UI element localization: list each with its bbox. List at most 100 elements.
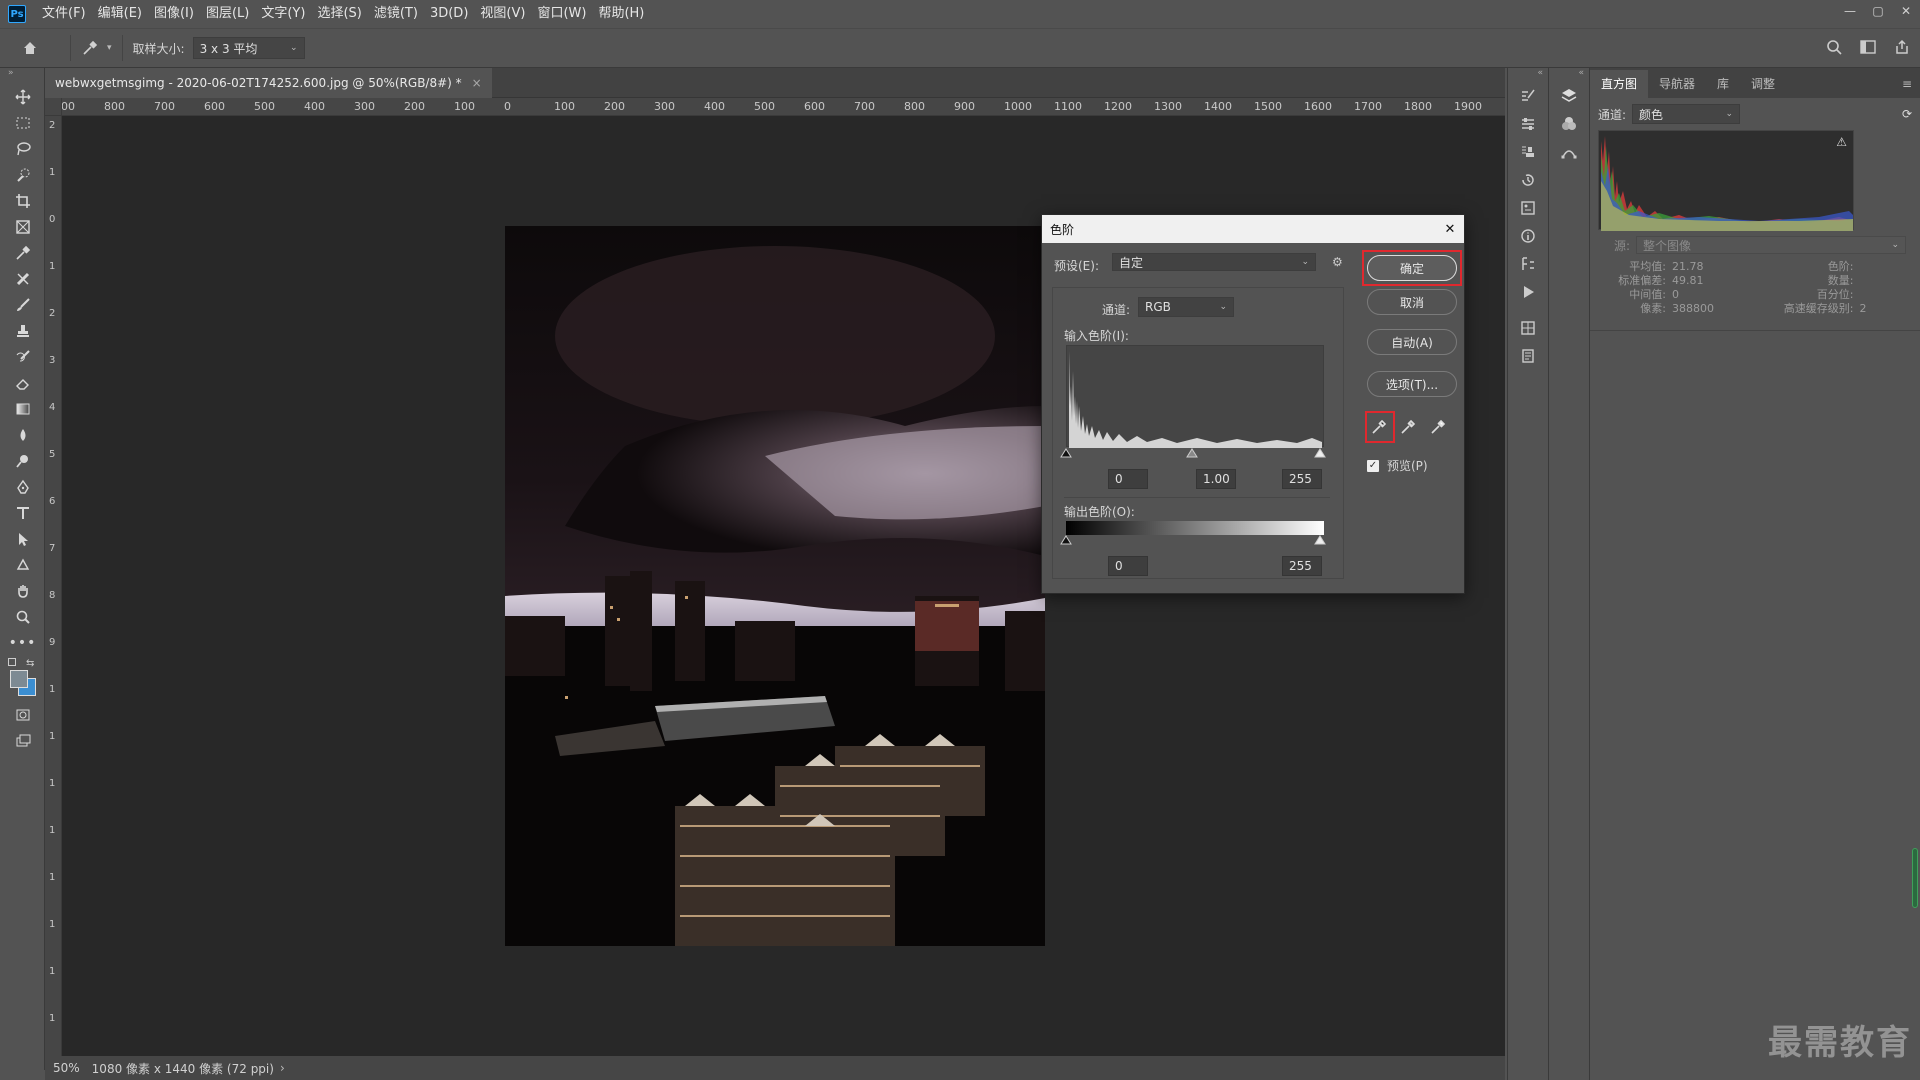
ruler-tick-label: 900	[62, 100, 75, 113]
sample-size-select[interactable]: 3 x 3 平均 ⌄	[192, 37, 305, 59]
history-icon[interactable]	[1508, 166, 1548, 194]
preset-gear-icon[interactable]: ⚙	[1332, 255, 1343, 269]
default-colors-icon[interactable]	[8, 658, 16, 666]
stamp-tool-icon[interactable]	[0, 318, 45, 344]
collapse-icon[interactable]: »	[0, 68, 44, 84]
home-icon[interactable]	[0, 40, 60, 56]
status-arrow-icon[interactable]: ›	[280, 1061, 285, 1075]
panel-menu-icon[interactable]: ≡	[1894, 70, 1920, 98]
warning-icon[interactable]: ⚠	[1836, 135, 1847, 149]
menu-edit[interactable]: 编辑(E)	[92, 0, 148, 28]
document-tab[interactable]: webwxgetmsgimg - 2020-06-02T174252.600.j…	[45, 68, 492, 98]
screen-mode-icon[interactable]	[0, 728, 45, 754]
tab-histogram[interactable]: 直方图	[1590, 70, 1649, 98]
adjustments-sliders-icon[interactable]	[1508, 110, 1548, 138]
actions-play-icon[interactable]	[1508, 278, 1548, 306]
maximize-icon[interactable]: ▢	[1864, 0, 1892, 22]
tab-close-icon[interactable]: ×	[472, 76, 482, 90]
blur-tool-icon[interactable]	[0, 422, 45, 448]
quick-select-tool-icon[interactable]	[0, 162, 45, 188]
menu-layer[interactable]: 图层(L)	[200, 0, 255, 28]
path-select-tool-icon[interactable]	[0, 526, 45, 552]
auto-button[interactable]: 自动(A)	[1367, 329, 1457, 355]
healing-brush-tool-icon[interactable]	[0, 266, 45, 292]
brush-tool-icon[interactable]	[0, 292, 45, 318]
collapse-icon[interactable]: «	[1549, 68, 1588, 82]
source-select[interactable]: 整个图像 ⌄	[1636, 236, 1906, 254]
menu-3d[interactable]: 3D(D)	[424, 0, 474, 28]
quick-mask-icon[interactable]	[0, 702, 45, 728]
document-image[interactable]	[505, 226, 1045, 946]
workspace-icon[interactable]	[1860, 39, 1876, 58]
output-black-field[interactable]: 0	[1108, 556, 1148, 576]
history-brush-tool-icon[interactable]	[0, 344, 45, 370]
dodge-tool-icon[interactable]	[0, 448, 45, 474]
input-sliders[interactable]	[1060, 448, 1332, 460]
move-tool-icon[interactable]	[0, 84, 45, 110]
tab-libraries[interactable]: 库	[1706, 70, 1740, 98]
brush-settings-icon[interactable]	[1508, 82, 1548, 110]
channels-circles-icon[interactable]	[1549, 110, 1589, 138]
menu-file[interactable]: 文件(F)	[36, 0, 92, 28]
channels-icon[interactable]	[1508, 314, 1548, 342]
gradient-tool-icon[interactable]	[0, 396, 45, 422]
menu-select[interactable]: 选择(S)	[311, 0, 367, 28]
gray-point-eyedropper-icon[interactable]	[1396, 415, 1420, 439]
foreground-color-swatch[interactable]	[10, 670, 28, 688]
menu-help[interactable]: 帮助(H)	[592, 0, 650, 28]
zoom-level[interactable]: 50%	[53, 1061, 80, 1075]
ruler-tick-label: 1	[49, 825, 56, 836]
options-button[interactable]: 选项(T)...	[1367, 371, 1457, 397]
close-icon[interactable]: ✕	[1436, 222, 1464, 237]
more-tools-icon[interactable]: •••	[0, 630, 45, 656]
checkbox-checked-icon[interactable]: ✓	[1367, 459, 1379, 472]
collapse-icon[interactable]: «	[1508, 68, 1547, 82]
lasso-tool-icon[interactable]	[0, 136, 45, 162]
refresh-icon[interactable]: ⟳	[1902, 107, 1912, 121]
pen-tool-icon[interactable]	[0, 474, 45, 500]
histogram-channel-select[interactable]: 颜色 ⌄	[1632, 104, 1741, 124]
type-tool-icon[interactable]	[0, 500, 45, 526]
preview-checkbox[interactable]: ✓ 预览(P)	[1367, 457, 1428, 474]
color-swatches[interactable]: ⇆	[0, 656, 44, 702]
zoom-tool-icon[interactable]	[0, 604, 45, 630]
clone-source-icon[interactable]	[1508, 138, 1548, 166]
minimize-icon[interactable]: —	[1836, 0, 1864, 22]
menu-filter[interactable]: 滤镜(T)	[368, 0, 424, 28]
properties-icon[interactable]	[1508, 194, 1548, 222]
info-icon[interactable]	[1508, 222, 1548, 250]
menu-view[interactable]: 视图(V)	[474, 0, 531, 28]
layers-icon[interactable]	[1549, 82, 1589, 110]
menu-window[interactable]: 窗口(W)	[531, 0, 592, 28]
eyedropper-tool-icon[interactable]	[0, 240, 45, 266]
input-gamma-field[interactable]: 1.00	[1196, 469, 1236, 489]
input-black-field[interactable]: 0	[1108, 469, 1148, 489]
menu-image[interactable]: 图像(I)	[148, 0, 200, 28]
crop-tool-icon[interactable]	[0, 188, 45, 214]
cancel-button[interactable]: 取消	[1367, 289, 1457, 315]
marquee-tool-icon[interactable]	[0, 110, 45, 136]
menu-type[interactable]: 文字(Y)	[255, 0, 311, 28]
white-point-eyedropper-icon[interactable]	[1426, 415, 1450, 439]
close-icon[interactable]: ✕	[1892, 0, 1920, 22]
eyedropper-preset-icon[interactable]: ▾	[81, 39, 112, 57]
frame-tool-icon[interactable]	[0, 214, 45, 240]
tab-navigator[interactable]: 导航器	[1648, 70, 1706, 98]
panel-scrollbar[interactable]	[1912, 848, 1918, 908]
output-sliders[interactable]	[1060, 535, 1332, 547]
paths-icon[interactable]	[1549, 138, 1589, 166]
tab-adjustments[interactable]: 调整	[1740, 70, 1786, 98]
ruler-tick-label: 5	[49, 449, 56, 460]
input-white-field[interactable]: 255	[1282, 469, 1322, 489]
eraser-tool-icon[interactable]	[0, 370, 45, 396]
preset-select[interactable]: 自定 ⌄	[1112, 253, 1316, 271]
channel-select[interactable]: RGB ⌄	[1138, 297, 1234, 317]
swap-colors-icon[interactable]: ⇆	[26, 658, 34, 669]
share-icon[interactable]	[1894, 39, 1910, 58]
shape-tool-icon[interactable]	[0, 552, 45, 578]
character-styles-icon[interactable]	[1508, 250, 1548, 278]
hand-tool-icon[interactable]	[0, 578, 45, 604]
search-icon[interactable]	[1826, 39, 1842, 58]
output-white-field[interactable]: 255	[1282, 556, 1322, 576]
notes-icon[interactable]	[1508, 342, 1548, 370]
